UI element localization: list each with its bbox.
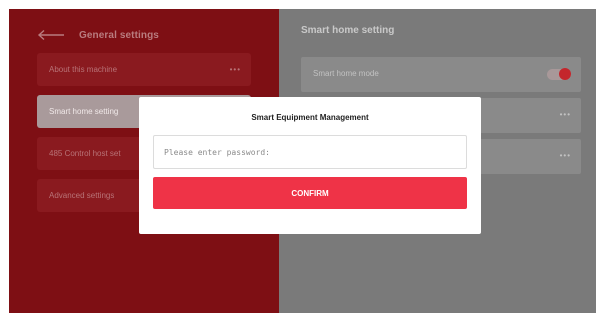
password-input[interactable]	[153, 135, 467, 169]
password-dialog: Smart Equipment Management CONFIRM	[139, 97, 481, 234]
menu-item-label: 485 Control host set	[49, 149, 121, 158]
menu-item-about[interactable]: About this machine •••	[37, 53, 251, 86]
menu-item-label: Smart home setting	[49, 107, 119, 116]
smart-home-mode-toggle[interactable]	[547, 68, 571, 80]
more-dots-icon: •••	[229, 65, 241, 74]
menu-item-label: About this machine	[49, 65, 118, 74]
left-header: General settings	[37, 25, 159, 45]
menu-item-label: Advanced settings	[49, 191, 115, 200]
app-window: General settings About this machine ••• …	[9, 9, 596, 313]
right-panel-title: Smart home setting	[301, 25, 395, 36]
more-dots-icon: •••	[559, 151, 571, 160]
more-dots-icon: •••	[559, 110, 571, 119]
setting-row-smart-home-mode: Smart home mode	[301, 57, 581, 92]
dialog-title: Smart Equipment Management	[251, 113, 369, 122]
setting-label: Smart home mode	[313, 69, 379, 78]
left-panel-title: General settings	[79, 29, 159, 41]
arrow-left-icon[interactable]	[37, 29, 65, 41]
toggle-knob	[559, 68, 571, 80]
confirm-button[interactable]: CONFIRM	[153, 177, 467, 209]
